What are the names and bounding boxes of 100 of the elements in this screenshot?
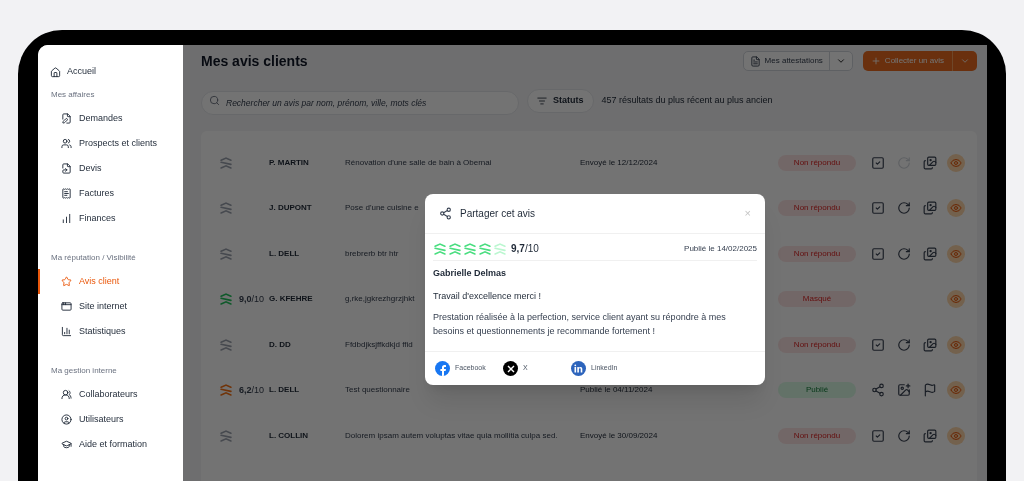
receipt-icon	[61, 188, 72, 199]
sidebar-item[interactable]: Finances	[38, 206, 183, 231]
refresh-icon	[897, 428, 911, 443]
images-icon	[923, 428, 937, 443]
view-button[interactable]	[947, 335, 965, 354]
sidebar-item[interactable]: Demandes	[38, 106, 183, 131]
plus-icon	[870, 56, 881, 66]
images-icon	[923, 155, 937, 170]
share-icon	[871, 383, 885, 398]
users-icon	[61, 138, 72, 149]
images-icon	[923, 337, 937, 352]
review-subject: Ffdbdjksjffkdkjd ffid	[345, 339, 413, 349]
eye-icon	[950, 156, 962, 169]
section-label: Ma gestion interne	[50, 365, 118, 377]
sidebar-item[interactable]: Collaborateurs	[38, 382, 183, 407]
sidebar-item[interactable]: Site internet	[38, 294, 183, 319]
flag-icon	[923, 383, 937, 398]
rating-score: 9,0/10	[239, 292, 265, 306]
client-name: L. DELL	[269, 248, 300, 258]
status-badge: Publié	[778, 382, 856, 399]
rating-star-icon	[433, 241, 447, 256]
eye-icon	[950, 338, 962, 351]
review-subject: Pose d'une cuisine e	[345, 203, 419, 213]
view-button[interactable]	[947, 290, 965, 309]
review-date: Envoyé le 30/09/2024	[580, 430, 658, 440]
linkedin-logo-icon	[571, 361, 586, 376]
review-author: Gabrielle Delmas	[433, 267, 508, 280]
facebook-logo-icon	[435, 361, 450, 376]
rating-score: 6,2/10	[239, 383, 265, 397]
review-subject: Dolorem ipsam autem voluptas vitae quia mollitia culpa sed.	[345, 430, 558, 440]
rating-star-icon	[493, 241, 507, 256]
section-label: Ma réputation / Visibilité	[50, 252, 137, 264]
chart-icon	[61, 326, 72, 337]
client-name: G. KFEHRE	[269, 294, 313, 304]
x-logo-icon	[503, 361, 518, 376]
filter-icon	[537, 96, 547, 106]
refresh-icon	[897, 337, 911, 352]
eye-icon	[950, 429, 962, 442]
status-badge: Non répondu	[778, 154, 856, 171]
review-text: Prestation réalisée à la perfection, service client ayant su répondre à mes besoins et questionnements je recommande fortement !	[433, 311, 727, 338]
review-subject: g,rke,jgkrezhgrzjhkt	[345, 294, 415, 304]
results-count: 457 résultats du plus récent au plus ancien	[601, 94, 773, 108]
client-name: P. MARTIN	[269, 157, 309, 167]
view-button[interactable]	[947, 244, 965, 263]
sidebar-item[interactable]: Factures	[38, 181, 183, 206]
review-subject: Rénovation d'une salle de bain à Obernai	[345, 157, 492, 167]
page-title: Mes avis clients	[201, 51, 308, 71]
checked-square-icon	[871, 155, 885, 170]
rating-score: 9,7/10	[511, 242, 539, 256]
review-title: Travail d'excellence merci !	[433, 289, 542, 303]
home-icon	[50, 66, 61, 78]
star-icon	[61, 276, 72, 287]
images-icon	[923, 201, 937, 216]
status-badge: Non répondu	[778, 200, 856, 217]
status-badge: Non répondu	[778, 245, 856, 262]
file-pen-icon	[61, 113, 72, 124]
browser-window-icon	[61, 301, 72, 312]
review-date: Publié le 04/11/2024	[580, 385, 653, 395]
eye-icon	[950, 293, 962, 306]
client-name: D. DD	[269, 339, 291, 349]
review-date: Envoyé le 12/12/2024	[580, 157, 658, 167]
sidebar-item[interactable]: Avis client	[38, 269, 183, 294]
status-filter-button[interactable]: Statuts	[527, 89, 594, 113]
checked-square-icon	[871, 428, 885, 443]
client-name: J. DUPONT	[269, 203, 312, 213]
eye-icon	[950, 247, 962, 260]
search-field[interactable]: Rechercher un avis par nom, prénom, ville, mots clés	[201, 91, 519, 115]
file-arrow-icon	[61, 163, 72, 174]
refresh-icon	[897, 201, 911, 216]
section-label: Mes affaires	[50, 89, 96, 101]
eye-icon	[950, 384, 962, 397]
sidebar-item[interactable]: Prospects et clients	[38, 131, 183, 156]
checked-square-icon	[871, 201, 885, 216]
status-badge: Masqué	[778, 291, 856, 308]
document-icon	[749, 55, 761, 67]
sidebar-item[interactable]: Aide et formation	[38, 432, 183, 457]
checked-square-icon	[871, 337, 885, 352]
rating-star-icon	[448, 241, 462, 256]
status-badge: Non répondu	[778, 336, 856, 353]
graduation-cap-icon	[61, 439, 72, 450]
view-button[interactable]	[947, 199, 965, 218]
images-icon	[923, 246, 937, 261]
checked-square-icon	[871, 246, 885, 261]
search-icon	[209, 95, 220, 106]
view-button[interactable]	[947, 426, 965, 445]
refresh-icon	[897, 246, 911, 261]
sidebar-item[interactable]: Devis	[38, 156, 183, 181]
sidebar-item[interactable]: Accueil	[38, 64, 183, 80]
share-icon	[439, 207, 452, 220]
view-button[interactable]	[947, 381, 965, 400]
rating-star-icon	[463, 241, 477, 256]
view-button[interactable]	[947, 153, 965, 172]
sidebar-item[interactable]: Utilisateurs	[38, 407, 183, 432]
review-subject: brebrerb btr htr	[345, 248, 399, 258]
bar-chart-icon	[61, 213, 72, 224]
rating-star-icon	[478, 241, 492, 256]
users-icon	[61, 389, 72, 400]
sidebar-item[interactable]: Statistiques	[38, 319, 183, 344]
dialog-title: Partager cet avis	[460, 207, 536, 221]
published-date: Publié le 14/02/2025	[684, 242, 757, 255]
